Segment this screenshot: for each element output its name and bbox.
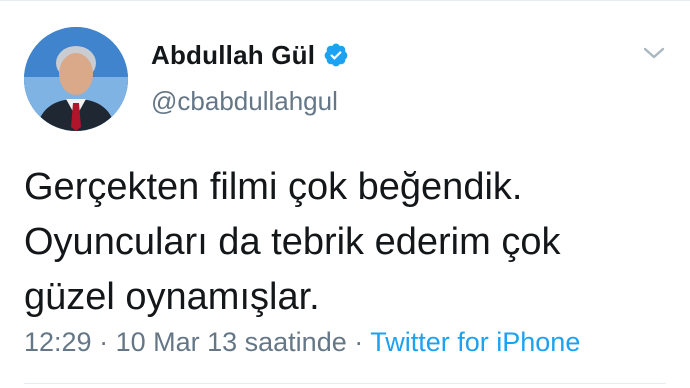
- tweet-card: Abdullah Gül @cbabdullahgul Gerçekten fi…: [0, 0, 690, 388]
- chevron-down-icon[interactable]: [640, 42, 668, 64]
- avatar[interactable]: [24, 27, 128, 131]
- name-row: Abdullah Gül: [151, 38, 349, 72]
- display-name[interactable]: Abdullah Gül: [151, 40, 315, 71]
- meta-separator: ·: [91, 327, 116, 357]
- verified-badge-icon: [323, 42, 349, 68]
- user-handle[interactable]: @cbabdullahgul: [151, 86, 349, 117]
- tweet-source-link[interactable]: Twitter for iPhone: [370, 327, 580, 357]
- bottom-divider: [24, 383, 666, 384]
- meta-separator: ·: [346, 327, 371, 357]
- tweet-date[interactable]: 10 Mar 13 saatinde: [116, 327, 347, 357]
- author-info: Abdullah Gül @cbabdullahgul: [151, 38, 349, 117]
- tweet-metadata: 12:29 · 10 Mar 13 saatinde · Twitter for…: [24, 327, 580, 358]
- tweet-time[interactable]: 12:29: [24, 327, 92, 357]
- avatar-image: [24, 27, 128, 131]
- tweet-text: Gerçekten filmi çok beğendik. Oyuncuları…: [24, 166, 561, 318]
